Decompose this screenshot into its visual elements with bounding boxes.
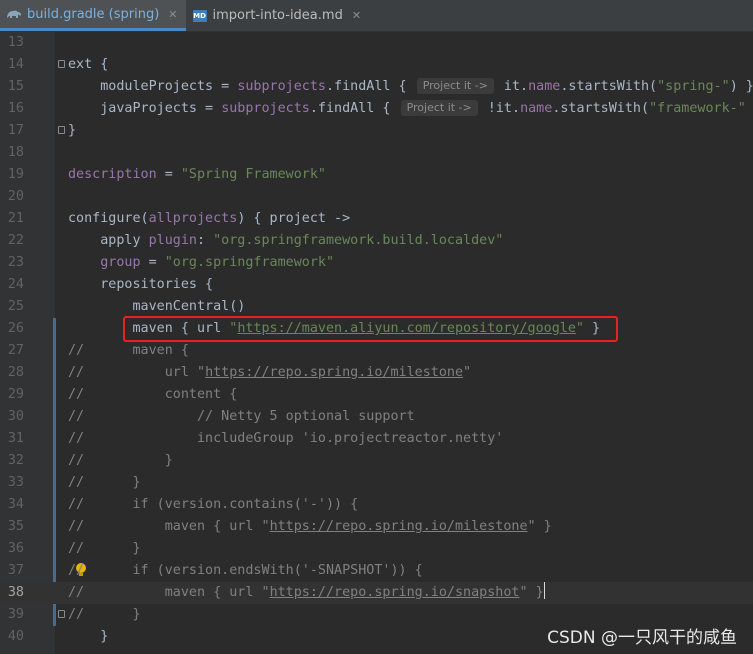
editor-tab-bar: build.gradle (spring) ✕ MD import-into-i… [0, 0, 753, 32]
url-link[interactable]: https://repo.spring.io/milestone [205, 365, 463, 380]
code-line-current: 38// maven { url "https://repo.spring.io… [0, 582, 753, 604]
url-link[interactable]: https://repo.spring.io/milestone [270, 519, 528, 534]
tab-build-gradle[interactable]: build.gradle (spring) ✕ [0, 0, 186, 31]
code-line: 15 moduleProjects = subprojects.findAll … [7, 78, 753, 94]
tab-import-into-idea[interactable]: MD import-into-idea.md ✕ [186, 0, 370, 31]
text-caret [543, 582, 545, 599]
code-line: 19 description = "Spring Framework" [7, 167, 326, 182]
code-line: 22 apply plugin: "org.springframework.bu… [7, 233, 504, 248]
code-line: 29// content { [7, 387, 238, 402]
code-line: 31// includeGroup 'io.projectreactor.net… [7, 431, 504, 446]
gradle-elephant-icon [6, 7, 22, 21]
code-line: 16 javaProjects = subprojects.findAll { … [7, 100, 746, 116]
watermark: CSDN @一只风干的咸鱼 [547, 628, 737, 648]
code-line: 14 ext { [0, 54, 753, 76]
code-line: 23 group = "org.springframework" [7, 255, 335, 270]
code-line: 34// if (version.contains('-')) { [7, 497, 359, 512]
inlay-hint: Project it -> [400, 100, 478, 116]
fold-marker-icon[interactable] [57, 604, 67, 626]
code-editor[interactable]: 13 14 ext { 15 moduleProjects = subprojec… [0, 32, 753, 654]
tab-label: build.gradle (spring) [27, 6, 160, 22]
close-icon[interactable]: ✕ [352, 9, 361, 22]
tab-label: import-into-idea.md [212, 8, 343, 23]
code-line: 36// } [7, 541, 141, 556]
code-line: 35// maven { url "https://repo.spring.io… [7, 519, 552, 534]
code-line: 21 configure(allprojects) { project -> [7, 211, 351, 226]
code-line: 37// if (version.endsWith('-SNAPSHOT')) … [7, 563, 423, 578]
inlay-hint: Project it -> [416, 78, 494, 94]
code-line: 33// } [7, 475, 141, 490]
code-line: 13 [7, 35, 24, 50]
code-line: 30// // Netty 5 optional support [7, 409, 415, 424]
fold-marker-icon[interactable] [57, 54, 67, 76]
url-link[interactable]: https://repo.spring.io/snapshot [270, 585, 520, 600]
code-line: 27// maven { [7, 343, 189, 358]
code-line: 20 [7, 189, 24, 204]
code-line: 24 repositories { [7, 277, 214, 292]
code-line: 25 mavenCentral() [7, 299, 246, 314]
fold-marker-icon[interactable] [57, 120, 67, 142]
markdown-file-icon: MD [192, 9, 207, 22]
code-line: 28// url "https://repo.spring.io/milesto… [7, 365, 472, 380]
close-icon[interactable]: ✕ [168, 8, 177, 21]
code-line: 17} [0, 120, 753, 142]
code-line: 32// } [7, 453, 173, 468]
highlight-annotation-box [123, 316, 618, 342]
code-line: 18 [7, 145, 24, 160]
